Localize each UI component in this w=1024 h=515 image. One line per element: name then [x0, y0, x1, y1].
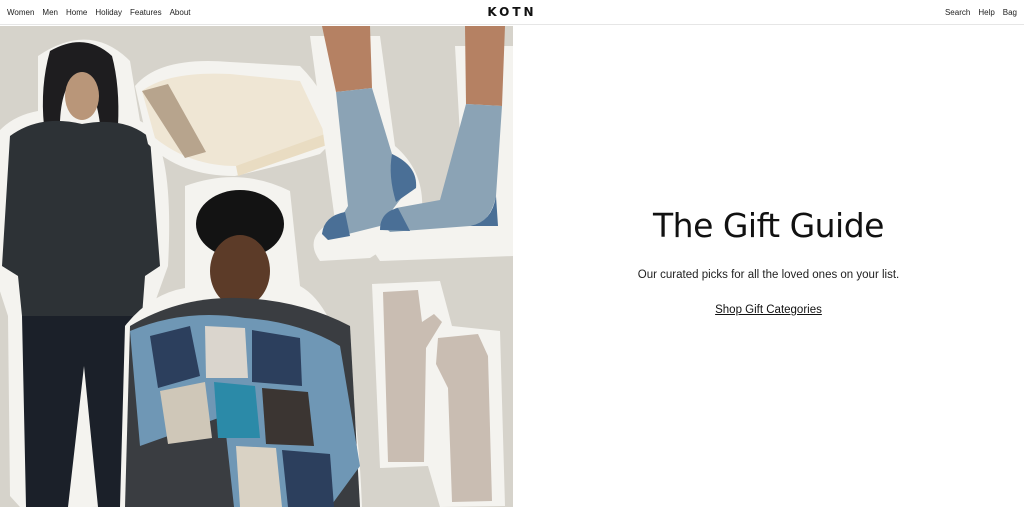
- socks-item: [310, 26, 513, 261]
- hero-subtitle: Our curated picks for all the loved ones…: [637, 269, 900, 281]
- nav-bag[interactable]: Bag: [1003, 8, 1017, 17]
- brand-logo[interactable]: KOTN: [487, 5, 536, 19]
- primary-nav: Women Men Home Holiday Features About: [7, 8, 191, 17]
- hero-title: The Gift Guide: [653, 206, 884, 245]
- nav-men[interactable]: Men: [42, 8, 58, 17]
- nav-women[interactable]: Women: [7, 8, 34, 17]
- nav-help[interactable]: Help: [978, 8, 994, 17]
- shop-gift-categories-link[interactable]: Shop Gift Categories: [715, 304, 822, 316]
- utility-nav: Search Help Bag: [945, 8, 1017, 17]
- knit-gloves-item: [372, 281, 505, 507]
- nav-home[interactable]: Home: [66, 8, 87, 17]
- nav-features[interactable]: Features: [130, 8, 162, 17]
- nav-search[interactable]: Search: [945, 8, 970, 17]
- top-navigation-bar: Women Men Home Holiday Features About KO…: [0, 0, 1024, 25]
- throw-blanket-item: [135, 61, 338, 176]
- nav-about[interactable]: About: [170, 8, 191, 17]
- hero-section: The Gift Guide Our curated picks for all…: [513, 26, 1024, 507]
- nav-holiday[interactable]: Holiday: [95, 8, 122, 17]
- gift-collage-image: [0, 26, 513, 507]
